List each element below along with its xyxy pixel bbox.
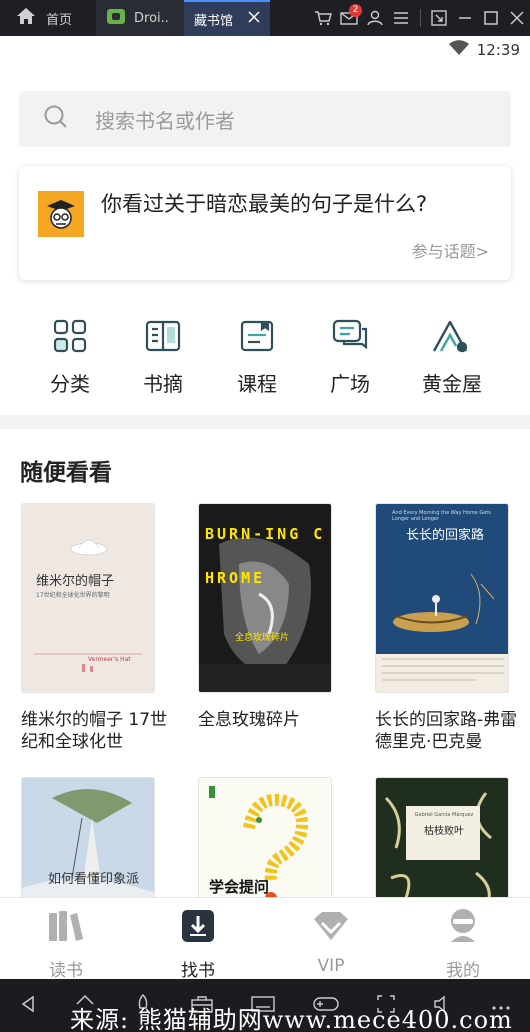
separator: [414, 0, 426, 36]
chat-square-icon: [305, 316, 395, 356]
status-time: 12:39: [476, 41, 520, 59]
topic-card[interactable]: 你看过关于暗恋最美的句子是什么? 参与话题>: [19, 166, 511, 280]
tab-vip[interactable]: VIP: [281, 906, 381, 976]
book-cover: 长长的回家路 And Every Morning the Way Home Ge…: [375, 503, 509, 693]
section-title: 随便看看: [20, 460, 112, 486]
maximize-icon[interactable]: [478, 0, 504, 36]
emulator-top-bar: 首页 Droi.. 藏书馆 2: [0, 0, 530, 36]
home-icon: [16, 7, 36, 29]
menu-icon[interactable]: [388, 0, 414, 36]
cover-subtitle: 17世纪和全球化世界的黎明: [36, 592, 110, 599]
search-icon: [43, 104, 69, 134]
quicknav-category[interactable]: 分类: [25, 316, 115, 397]
quicknav-label: 广场: [330, 372, 370, 396]
cover-title: 长长的回家路: [406, 528, 485, 543]
tab-mine[interactable]: 我的: [413, 906, 513, 981]
bottom-tab-bar: 读书 找书 VIP 我的: [0, 897, 530, 981]
section-divider: [0, 415, 530, 429]
tab-home[interactable]: 首页: [0, 0, 96, 36]
books-icon: [16, 906, 116, 946]
status-bar: 12:39: [0, 36, 530, 64]
tab-droid[interactable]: Droi..: [96, 0, 184, 36]
book-card[interactable]: BURN-ING CHROME 全息玫瑰碎片 全息玫瑰碎片: [198, 503, 348, 731]
quicknav-gold-house[interactable]: 黄金屋: [407, 316, 497, 397]
cover-english: Vermeer's Hat: [88, 656, 131, 663]
book-cover: 维米尔的帽子 17世纪和全球化世界的黎明 Vermeer's Hat: [21, 503, 155, 693]
quicknav-square[interactable]: 广场: [305, 316, 395, 397]
tab-label: 找书: [181, 961, 215, 981]
book-card[interactable]: 长长的回家路 And Every Morning the Way Home Ge…: [375, 503, 525, 753]
profile-icon: [413, 906, 513, 946]
tab-label: 读书: [49, 961, 83, 981]
category-grid-icon: [25, 316, 115, 356]
quicknav-label: 课程: [237, 372, 277, 396]
cart-icon[interactable]: [310, 0, 336, 36]
tab-reading[interactable]: 读书: [16, 906, 116, 981]
window-close-icon[interactable]: [504, 0, 530, 36]
topic-question: 你看过关于暗恋最美的句子是什么?: [101, 192, 428, 216]
diamond-icon: [281, 906, 381, 946]
tab-droid-label: Droi..: [134, 10, 169, 26]
mail-icon[interactable]: 2: [336, 0, 362, 36]
quicknav-label: 分类: [50, 372, 90, 396]
book-cover: BURN-ING CHROME 全息玫瑰碎片: [198, 503, 332, 693]
cover-title: BURN-ING CHROME: [205, 525, 326, 587]
tab-label: 我的: [446, 961, 480, 981]
join-topic-link[interactable]: 参与话题>: [412, 238, 489, 262]
quicknav-label: 黄金屋: [422, 372, 482, 396]
minimize-icon[interactable]: [452, 0, 478, 36]
cover-subtitle: 全息玫瑰碎片: [235, 633, 290, 643]
user-icon[interactable]: [362, 0, 388, 36]
cover-title: 如何看懂印象派: [48, 872, 140, 887]
quick-nav: 分类 书摘 课程 广场 黄金屋: [0, 316, 530, 400]
find-book-icon: [148, 906, 248, 946]
close-icon[interactable]: [248, 11, 260, 27]
course-icon: [212, 316, 302, 356]
tab-home-label: 首页: [46, 12, 73, 28]
cover-title: 枯枝败叶: [424, 826, 464, 837]
tab-label: VIP: [317, 956, 345, 976]
back-icon[interactable]: [19, 995, 37, 1017]
gold-house-icon: [407, 316, 497, 356]
search-bar[interactable]: 搜索书名或作者: [19, 91, 511, 147]
shrink-icon[interactable]: [426, 0, 452, 36]
cover-english: And Every Morning the Way Home Gets Long…: [392, 510, 491, 522]
topic-avatar: [38, 191, 84, 237]
tab-library-label: 藏书馆: [194, 13, 234, 29]
quicknav-label: 书摘: [143, 372, 183, 396]
search-placeholder: 搜索书名或作者: [95, 108, 235, 133]
mail-badge: 2: [349, 4, 362, 17]
tab-library[interactable]: 藏书馆: [184, 0, 270, 36]
tab-find-book[interactable]: 找书: [148, 906, 248, 981]
book-card[interactable]: 维米尔的帽子 17世纪和全球化世界的黎明 Vermeer's Hat 维米尔的帽…: [21, 503, 171, 753]
book-excerpt-icon: [118, 316, 208, 356]
book-title: 维米尔的帽子 17世纪和全球化世: [21, 710, 168, 752]
cover-title: 维米尔的帽子: [36, 574, 115, 589]
book-title: 全息玫瑰碎片: [198, 710, 300, 730]
android-icon: [106, 6, 126, 30]
wifi-icon: [448, 40, 469, 60]
book-title: 长长的回家路-弗雷德里克·巴克曼: [375, 710, 518, 752]
cover-title: 学会提问: [209, 878, 270, 896]
quicknav-excerpt[interactable]: 书摘: [118, 316, 208, 397]
cover-english: Gabriel García Márquez: [414, 812, 474, 818]
quicknav-course[interactable]: 课程: [212, 316, 302, 397]
source-watermark: 来源: 熊猫辅助网www.mece400.com: [70, 1006, 513, 1032]
